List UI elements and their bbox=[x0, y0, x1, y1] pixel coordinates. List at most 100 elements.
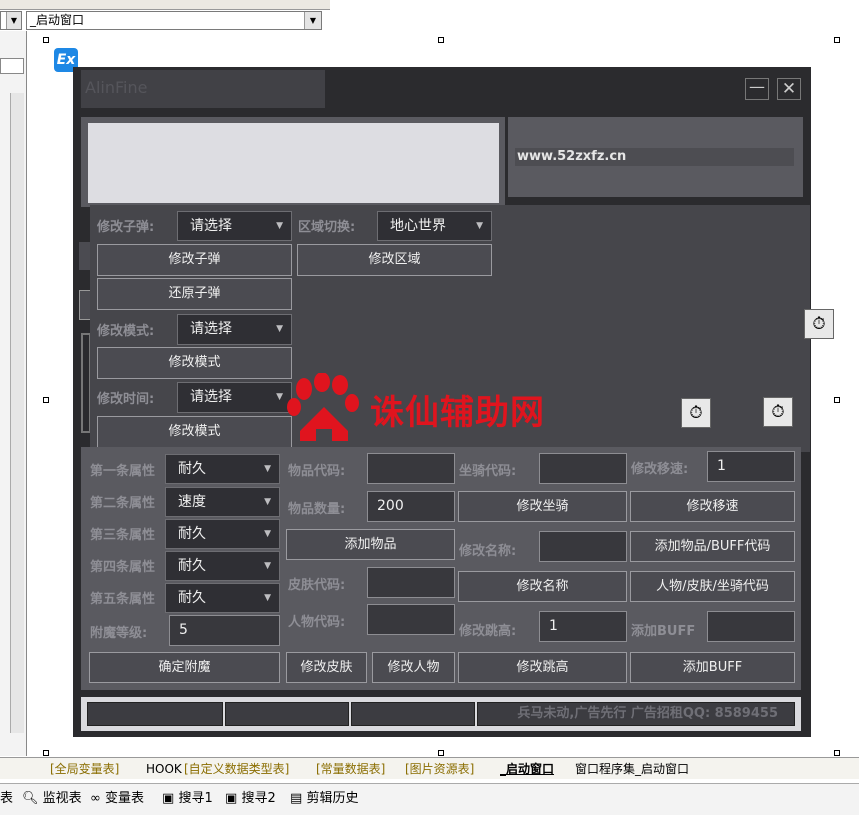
attr1-value: 耐久 bbox=[178, 461, 206, 477]
timer-icon: ⏱ bbox=[681, 398, 711, 428]
modify-mount-button[interactable]: 修改坐骑 bbox=[458, 491, 627, 522]
tab-hook[interactable]: HOOK bbox=[146, 760, 182, 778]
ide-tab-bar: [全局变量表] HOOK [自定义数据类型表] [常量数据表] [图片资源表] … bbox=[0, 757, 859, 779]
resize-handle[interactable] bbox=[834, 750, 840, 756]
rename-input[interactable] bbox=[539, 531, 627, 562]
table-tab[interactable]: 表 bbox=[0, 790, 13, 808]
rename-button[interactable]: 修改名称 bbox=[458, 571, 627, 602]
add-buff-label: 添加BUFF bbox=[631, 624, 696, 639]
item-code-input[interactable] bbox=[367, 453, 455, 484]
search1-tab[interactable]: ▣ 搜寻1 bbox=[162, 790, 213, 808]
attr3-label: 第三条属性 bbox=[90, 528, 156, 543]
attr2-select[interactable]: 速度 ▼ bbox=[165, 487, 280, 517]
clipboard-history-tab[interactable]: ▤ 剪辑历史 bbox=[290, 790, 358, 808]
upper-right-panel: www.52zxfz.cn bbox=[508, 117, 803, 197]
char-skin-mount-code-button[interactable]: 人物/皮肤/坐骑代码 bbox=[630, 571, 795, 602]
skin-code-input[interactable] bbox=[367, 567, 455, 598]
paw-logo-icon bbox=[287, 373, 359, 441]
tab-constants[interactable]: [常量数据表] bbox=[316, 760, 385, 778]
dropdown-arrow-icon: ▼ bbox=[476, 221, 483, 231]
dropdown-arrow-icon: ▼ bbox=[276, 221, 283, 231]
minimize-button[interactable]: — bbox=[745, 78, 769, 100]
resize-handle[interactable] bbox=[834, 397, 840, 403]
watch-tab[interactable]: 🔍︎ 监视表 bbox=[22, 790, 82, 808]
find-icon: ▣ bbox=[162, 791, 175, 806]
dropdown-arrow-icon: ▼ bbox=[264, 593, 271, 603]
form-selector[interactable]: _启动窗口 ▼ bbox=[26, 11, 322, 30]
resize-handle[interactable] bbox=[438, 37, 444, 43]
watermark-text: 诛仙辅助网 bbox=[370, 393, 545, 433]
attr2-label: 第二条属性 bbox=[90, 496, 156, 511]
ammo-select[interactable]: 请选择 ▼ bbox=[177, 211, 292, 241]
resize-handle[interactable] bbox=[43, 397, 49, 403]
attr1-label: 第一条属性 bbox=[90, 464, 156, 479]
modify-ammo-button[interactable]: 修改子弹 bbox=[97, 244, 292, 276]
region-select[interactable]: 地心世界 ▼ bbox=[377, 211, 492, 241]
dropdown-arrow-icon: ▼ bbox=[264, 464, 271, 474]
item-qty-input[interactable]: 200 bbox=[367, 491, 455, 522]
resize-handle[interactable] bbox=[43, 750, 49, 756]
dropdown-arrow-icon: ▼ bbox=[264, 497, 271, 507]
attr4-select[interactable]: 耐久 ▼ bbox=[165, 551, 280, 581]
dropdown-arrow-icon: ▼ bbox=[264, 561, 271, 571]
ide-toolbar bbox=[0, 0, 330, 10]
tab-custom-types[interactable]: [自定义数据类型表] bbox=[184, 760, 289, 778]
add-buff-button[interactable]: 添加BUFF bbox=[630, 652, 795, 683]
speed-input[interactable]: 1 bbox=[707, 451, 795, 482]
tab-startup-window[interactable]: _启动窗口 bbox=[500, 760, 554, 778]
speed-label: 修改移速: bbox=[631, 462, 689, 477]
left-panel-combo[interactable] bbox=[0, 58, 24, 74]
search-icon: 🔍︎ bbox=[22, 791, 39, 806]
attr5-value: 耐久 bbox=[178, 590, 206, 606]
upper-left-panel bbox=[81, 117, 505, 207]
tab-global-vars[interactable]: [全局变量表] bbox=[50, 760, 119, 778]
window-title: AlinFine bbox=[85, 78, 148, 97]
add-buff-input[interactable] bbox=[707, 611, 795, 642]
enchant-label: 附魔等级: bbox=[90, 626, 148, 641]
app-status-bar: 兵马未动,广告先行 广告招租QQ: 8589455 bbox=[81, 697, 801, 731]
add-item-button[interactable]: 添加物品 bbox=[286, 529, 455, 560]
item-buff-code-button[interactable]: 添加物品/BUFF代码 bbox=[630, 531, 795, 562]
ammo-select-value: 请选择 bbox=[190, 218, 232, 234]
ide-left-combo[interactable]: ▼ bbox=[0, 11, 22, 30]
skin-code-label: 皮肤代码: bbox=[288, 578, 346, 593]
website-label: www.52zxfz.cn bbox=[515, 148, 794, 166]
modify-character-button[interactable]: 修改人物 bbox=[372, 652, 455, 683]
tab-image-resources[interactable]: [图片资源表] bbox=[405, 760, 474, 778]
mode-select[interactable]: 请选择 ▼ bbox=[177, 314, 292, 345]
left-panel bbox=[0, 31, 27, 756]
attr5-label: 第五条属性 bbox=[90, 592, 156, 607]
jump-input[interactable]: 1 bbox=[539, 611, 627, 642]
form-selector-value: _启动窗口 bbox=[30, 13, 85, 27]
search2-tab[interactable]: ▣ 搜寻2 bbox=[225, 790, 276, 808]
close-button[interactable]: ✕ bbox=[777, 78, 801, 100]
resize-handle[interactable] bbox=[43, 37, 49, 43]
modify-jump-button[interactable]: 修改跳高 bbox=[458, 652, 627, 683]
attr1-select[interactable]: 耐久 ▼ bbox=[165, 454, 280, 484]
time-select[interactable]: 请选择 ▼ bbox=[177, 382, 292, 413]
mount-code-input[interactable] bbox=[539, 453, 627, 484]
watch-tab-label: 监视表 bbox=[42, 791, 82, 806]
dropdown-arrow-icon: ▼ bbox=[264, 529, 271, 539]
left-scrollbar[interactable] bbox=[10, 93, 24, 733]
tab-window-assembly[interactable]: 窗口程序集_启动窗口 bbox=[575, 760, 689, 778]
attr3-select[interactable]: 耐久 ▼ bbox=[165, 519, 280, 549]
modify-time-button[interactable]: 修改模式 bbox=[97, 416, 292, 448]
modify-skin-button[interactable]: 修改皮肤 bbox=[286, 652, 367, 683]
clipboard-icon: ▤ bbox=[290, 791, 303, 806]
resize-handle[interactable] bbox=[438, 750, 444, 756]
char-code-input[interactable] bbox=[367, 604, 455, 635]
ammo-label: 修改子弹: bbox=[97, 220, 155, 235]
modify-speed-button[interactable]: 修改移速 bbox=[630, 491, 795, 522]
modify-mode-button[interactable]: 修改模式 bbox=[97, 347, 292, 379]
find-icon: ▣ bbox=[225, 791, 238, 806]
status-cell bbox=[225, 702, 349, 726]
variables-tab[interactable]: ∞ 变量表 bbox=[90, 790, 144, 808]
restore-ammo-button[interactable]: 还原子弹 bbox=[97, 278, 292, 310]
attr5-select[interactable]: 耐久 ▼ bbox=[165, 583, 280, 613]
confirm-enchant-button[interactable]: 确定附魔 bbox=[89, 652, 280, 683]
enchant-input[interactable]: 5 bbox=[169, 615, 280, 646]
modify-region-button[interactable]: 修改区域 bbox=[297, 244, 492, 276]
resize-handle[interactable] bbox=[834, 37, 840, 43]
timer-icon: ⏱ bbox=[804, 309, 834, 339]
